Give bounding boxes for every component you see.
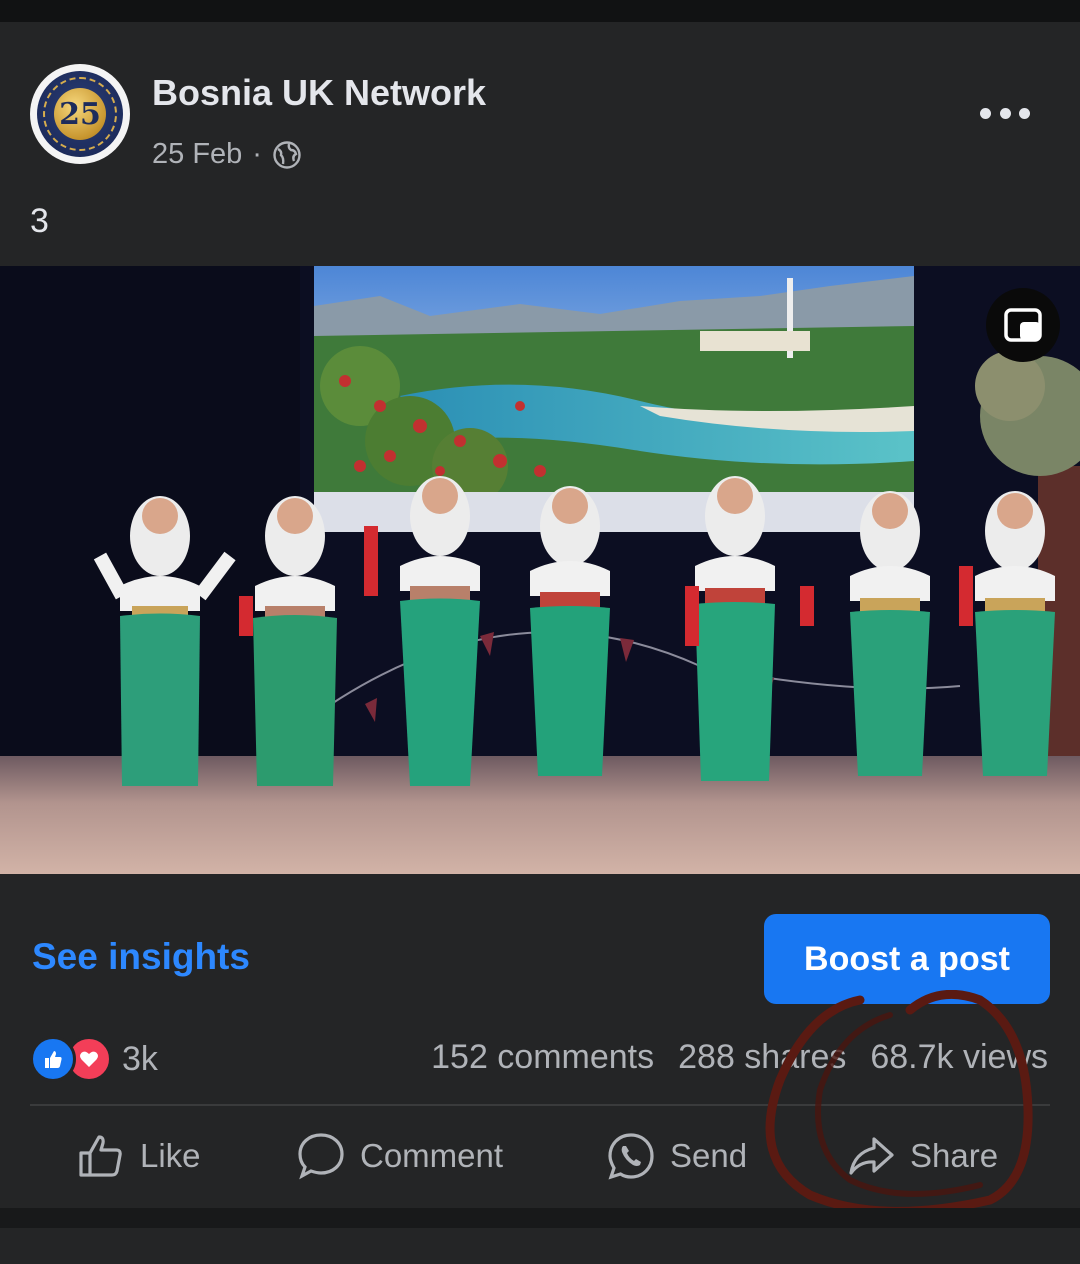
globe-icon[interactable] [272,140,302,170]
avatar-emblem: 25 [37,71,123,157]
share-button[interactable]: Share [846,1124,998,1188]
laurel-ring [43,77,117,151]
page-name[interactable]: Bosnia UK Network [152,72,486,114]
reactions-summary[interactable]: 3k [30,1036,158,1082]
post-stats: 152 comments 288 shares 68.7k views [431,1038,1048,1077]
like-reaction-icon [30,1036,76,1082]
previous-post-edge [0,0,1080,22]
reaction-count: 3k [122,1039,158,1078]
comment-button[interactable]: Comment [296,1124,503,1188]
views-count[interactable]: 68.7k views [870,1038,1048,1077]
action-divider [30,1104,1050,1106]
thumbs-up-icon [79,1135,122,1177]
picture-in-picture-icon [1004,308,1042,342]
comments-count[interactable]: 152 comments [431,1038,654,1077]
shares-count[interactable]: 288 shares [678,1038,846,1077]
speech-bubble-icon [298,1133,344,1180]
post-action-bar: Like Comment Send Share [0,1118,1080,1194]
boost-post-button[interactable]: Boost a post [764,914,1050,1004]
facebook-post-screen: 25 Bosnia UK Network 25 Feb · 3 See insi… [0,0,1080,1264]
meta-separator: · [252,138,262,170]
send-button[interactable]: Send [606,1124,747,1188]
send-label: Send [670,1137,748,1174]
dot [980,107,991,119]
page-avatar[interactable]: 25 [30,64,130,164]
post-date[interactable]: 25 Feb [152,138,242,171]
dot [1019,107,1030,119]
comment-label: Comment [360,1137,504,1174]
next-post-edge [0,1208,1080,1264]
more-options-icon[interactable] [980,98,1030,128]
share-arrow-icon [849,1137,894,1175]
like-button[interactable]: Like [76,1124,201,1188]
post-video[interactable] [0,266,1080,874]
like-label: Like [140,1137,201,1174]
post-caption: 3 [30,202,49,240]
see-insights-link[interactable]: See insights [32,936,250,978]
post-meta: 25 Feb · [152,138,302,171]
whatsapp-icon [608,1133,654,1180]
dot [999,107,1011,119]
picture-in-picture-button[interactable] [986,288,1060,362]
share-label: Share [910,1137,999,1174]
video-frame [0,266,1080,874]
